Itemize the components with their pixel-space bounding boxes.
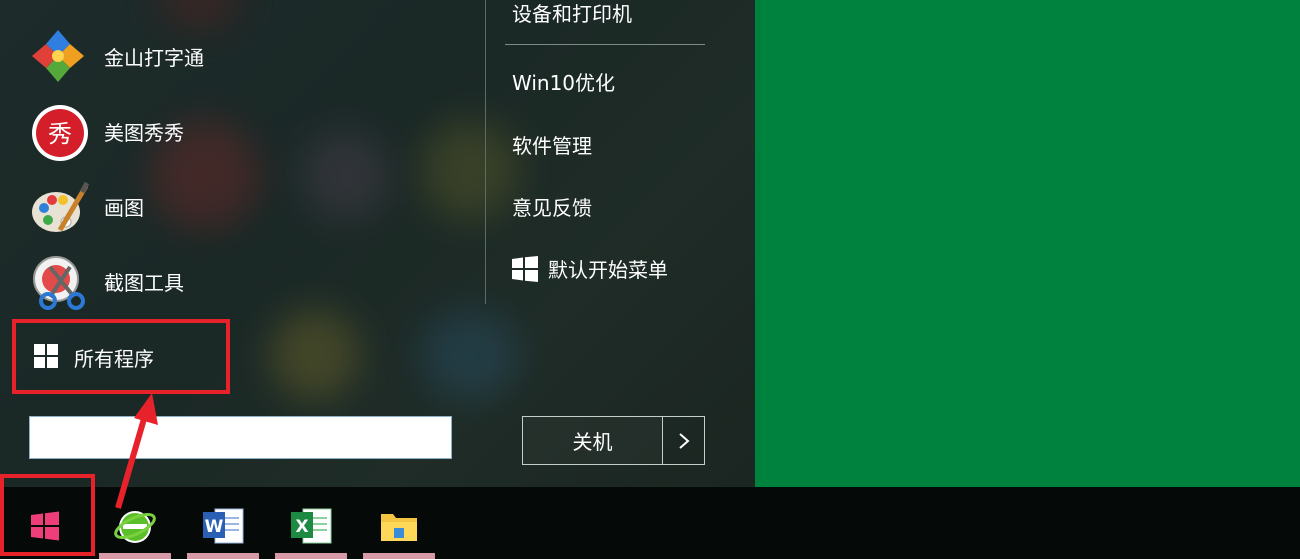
annotation-arrow [115, 393, 158, 509]
